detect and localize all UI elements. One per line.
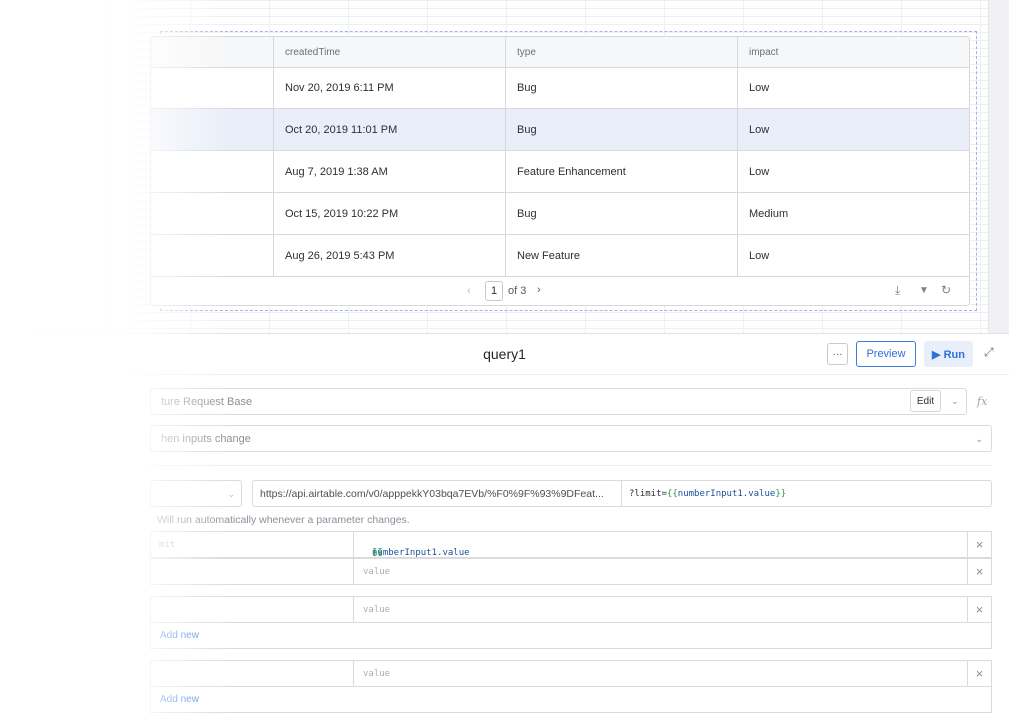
preview-button[interactable]: Preview (856, 341, 916, 367)
edit-resource-button[interactable]: Edit (910, 390, 941, 412)
template-close: }} (372, 548, 383, 558)
refresh-icon[interactable]: ↻ (941, 283, 951, 297)
delete-cookie-icon[interactable]: × (968, 660, 992, 687)
param-key-input[interactable] (150, 558, 353, 585)
cell-type: Bug (505, 193, 737, 234)
cell-createdtime: Oct 20, 2019 11:01 PM (273, 109, 505, 150)
param-value-input[interactable]: {{numberInput1.value}} (353, 531, 968, 558)
param-value-input[interactable]: value (353, 558, 968, 585)
header-value-input[interactable]: value (353, 596, 968, 623)
chevron-down-icon: ⌄ (227, 489, 235, 499)
add-new-link[interactable]: Add new (160, 694, 199, 705)
chevron-down-icon[interactable]: ⌄ (951, 396, 959, 407)
fx-icon[interactable]: fx (977, 395, 987, 408)
cookie-value-placeholder: value (363, 669, 391, 679)
table-row[interactable]: Oct 15, 2019 10:22 PM Bug Medium (151, 193, 969, 235)
resource-label: ture Request Base (161, 396, 253, 408)
param-key-input[interactable]: mit (150, 531, 353, 558)
expand-icon[interactable]: ⤢ (984, 345, 994, 360)
header-row: value × (150, 596, 992, 623)
trigger-label: hen inputs change (161, 433, 251, 445)
table-row[interactable]: Nov 20, 2019 6:11 PM Bug Low (151, 67, 969, 109)
add-header-row[interactable]: Add new (150, 623, 992, 649)
param-key-text: mit (159, 540, 176, 550)
data-table[interactable]: createdTime type impact Nov 20, 2019 6:1… (150, 36, 970, 306)
url-param-row: value × (150, 558, 992, 585)
resource-select[interactable]: ture Request Base (150, 388, 967, 415)
delete-param-icon[interactable]: × (968, 558, 992, 585)
url-input[interactable]: https://api.airtable.com/v0/apppekkY03bq… (252, 480, 992, 507)
cell-createdtime: Aug 7, 2019 1:38 AM (273, 151, 505, 192)
cell-impact: Low (737, 235, 969, 276)
more-options-button[interactable]: ··· (827, 343, 848, 365)
cell-type: New Feature (505, 235, 737, 276)
template-variable: numberInput1.value (372, 548, 470, 558)
next-page-button[interactable]: › (537, 284, 541, 296)
query-prefix: ?limit= (629, 489, 667, 499)
cell-impact: Low (737, 151, 969, 192)
chevron-down-icon: ⌄ (975, 434, 983, 444)
template-variable: numberInput1.value (677, 489, 776, 499)
canvas-scrollbar[interactable] (988, 0, 1009, 333)
table-header: createdTime type impact (151, 37, 969, 68)
column-header-impact[interactable]: impact (737, 37, 969, 67)
delete-header-icon[interactable]: × (968, 596, 992, 623)
table-row[interactable]: Aug 26, 2019 5:43 PM New Feature Low (151, 235, 969, 277)
http-method-select[interactable]: ⌄ (150, 480, 242, 507)
cell-impact: Medium (737, 193, 969, 234)
table-row[interactable]: Oct 20, 2019 11:01 PM Bug Low (151, 109, 969, 151)
add-new-link[interactable]: Add new (160, 630, 199, 641)
cell-type: Bug (505, 67, 737, 108)
table-row[interactable]: Aug 7, 2019 1:38 AM Feature Enhancement … (151, 151, 969, 193)
cell-createdtime: Nov 20, 2019 6:11 PM (273, 67, 505, 108)
cell-impact: Low (737, 109, 969, 150)
run-button[interactable]: ▶ Run (924, 341, 973, 367)
page-number-input[interactable]: 1 (485, 281, 503, 301)
table-pagination: ‹ 1 of 3 › ⤓ ▼ ↻ (151, 277, 969, 305)
column-header-createdtime[interactable]: createdTime (273, 37, 505, 67)
param-value-placeholder: value (363, 567, 391, 577)
add-cookie-row[interactable]: Add new (150, 687, 992, 713)
page-count-label: of 3 (508, 285, 527, 297)
run-trigger-select[interactable]: hen inputs change ⌄ (150, 425, 992, 452)
filter-icon[interactable]: ▼ (919, 285, 929, 296)
url-query-string[interactable]: ?limit={{numberInput1.value}} (629, 489, 786, 499)
column-header-type[interactable]: type (505, 37, 737, 67)
cookie-key-input[interactable] (150, 660, 353, 687)
app-canvas: createdTime type impact Nov 20, 2019 6:1… (0, 0, 988, 333)
cell-createdtime: Aug 26, 2019 5:43 PM (273, 235, 505, 276)
cell-type: Feature Enhancement (505, 151, 737, 192)
cell-createdtime: Oct 15, 2019 10:22 PM (273, 193, 505, 234)
url-base-text: https://api.airtable.com/v0/apppekkY03bq… (260, 488, 604, 500)
download-icon[interactable]: ⤓ (895, 283, 900, 298)
divider (621, 481, 622, 506)
prev-page-button[interactable]: ‹ (467, 285, 471, 297)
header-key-input[interactable] (150, 596, 353, 623)
query-editor-panel: query1 ··· Preview ▶ Run ⤢ ture Request … (0, 333, 1009, 718)
delete-param-icon[interactable]: × (968, 531, 992, 558)
url-param-row: mit {{numberInput1.value}} × (150, 531, 992, 558)
cell-type: Bug (505, 109, 737, 150)
header-value-placeholder: value (363, 605, 391, 615)
auto-run-hint: Will run automatically whenever a parame… (157, 514, 410, 526)
divider (150, 465, 992, 466)
cell-impact: Low (737, 67, 969, 108)
template-close: }} (775, 489, 787, 499)
cookie-row: value × (150, 660, 992, 687)
cookie-value-input[interactable]: value (353, 660, 968, 687)
template-open: {{ (666, 489, 678, 499)
